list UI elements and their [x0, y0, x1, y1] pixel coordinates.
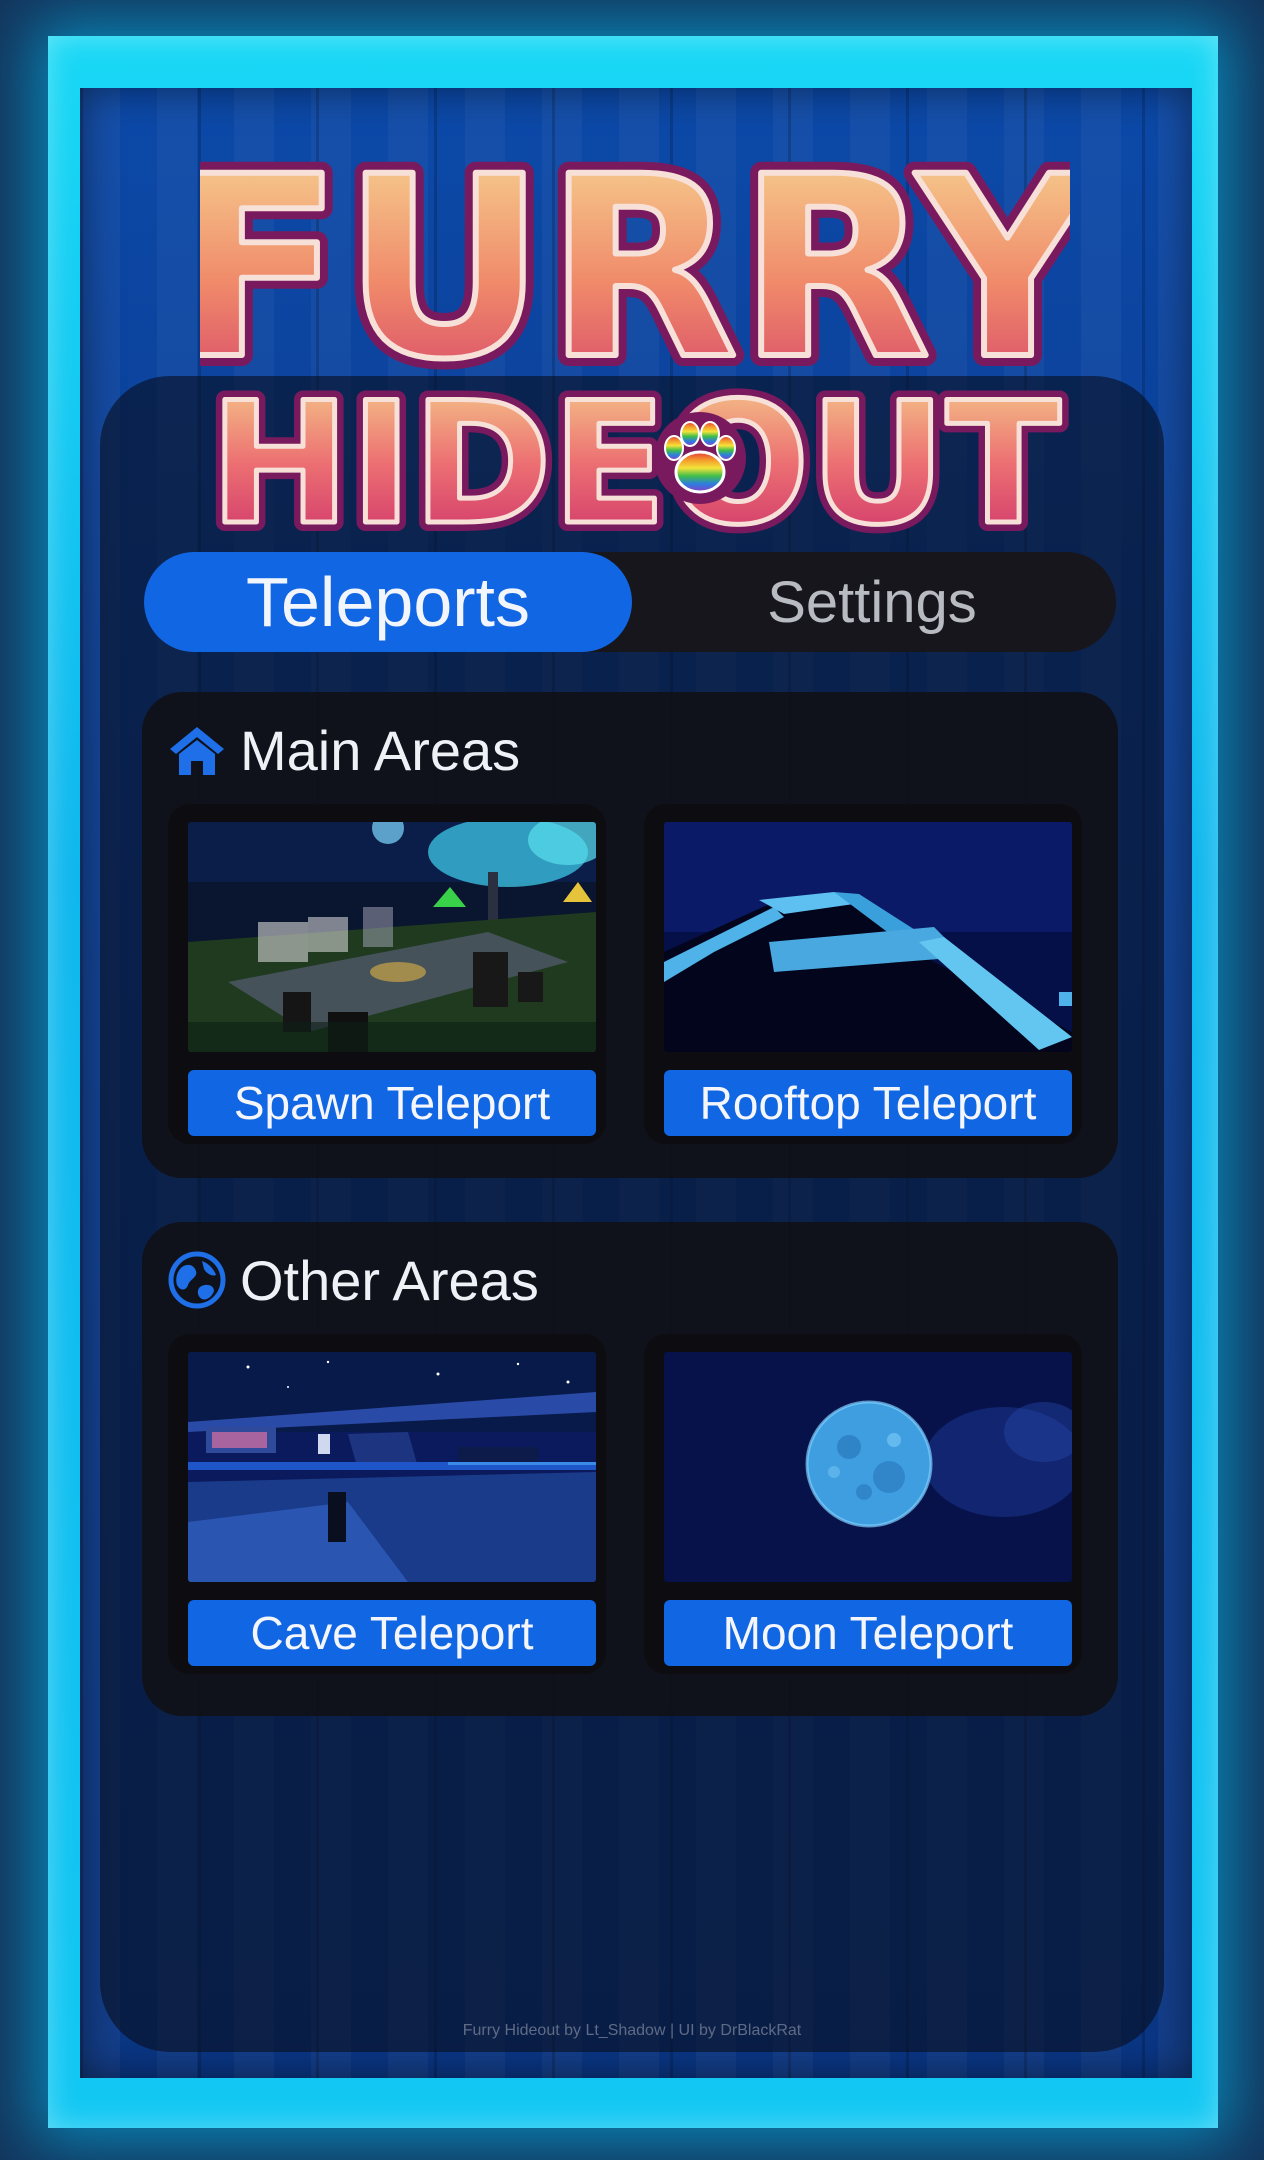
section-header: Main Areas	[168, 714, 520, 786]
logo-line2-outline: HIDEOUT	[209, 366, 1060, 550]
section-title: Main Areas	[240, 718, 521, 782]
main-areas-section: Main Areas Spawn Teleport Rooftop Telepo…	[142, 692, 1118, 1178]
tab-bar: Teleports Settings	[144, 552, 1116, 652]
rooftop-teleport-card: Rooftop Teleport	[644, 804, 1082, 1144]
spawn-teleport-card: Spawn Teleport	[168, 804, 606, 1144]
spawn-area-preview	[188, 822, 596, 1052]
cave-teleport-card: Cave Teleport	[168, 1334, 606, 1674]
cave-area-preview	[188, 1352, 596, 1582]
moon-teleport-card: Moon Teleport	[644, 1334, 1082, 1674]
cave-teleport-button[interactable]: Cave Teleport	[188, 1600, 596, 1666]
furry-hideout-logo: FURRY FURRY HIDEOUT HIDEOUT	[200, 112, 1070, 550]
rooftop-teleport-button[interactable]: Rooftop Teleport	[664, 1070, 1072, 1136]
rainbow-paw-icon	[654, 412, 746, 504]
tab-teleports[interactable]: Teleports	[144, 552, 632, 652]
tab-settings[interactable]: Settings	[628, 552, 1116, 652]
credits-text: Furry Hideout by Lt_Shadow | UI by DrBla…	[462, 2022, 802, 2039]
home-icon	[170, 727, 224, 775]
rooftop-area-preview	[664, 822, 1072, 1052]
globe-icon	[168, 1251, 226, 1309]
spawn-teleport-button[interactable]: Spawn Teleport	[188, 1070, 596, 1136]
section-header: Other Areas	[168, 1244, 539, 1316]
section-title: Other Areas	[240, 1248, 539, 1312]
moon-teleport-button[interactable]: Moon Teleport	[664, 1600, 1072, 1666]
other-areas-section: Other Areas Cave Teleport Moon Teleport	[142, 1222, 1118, 1716]
moon-area-preview	[664, 1352, 1072, 1582]
